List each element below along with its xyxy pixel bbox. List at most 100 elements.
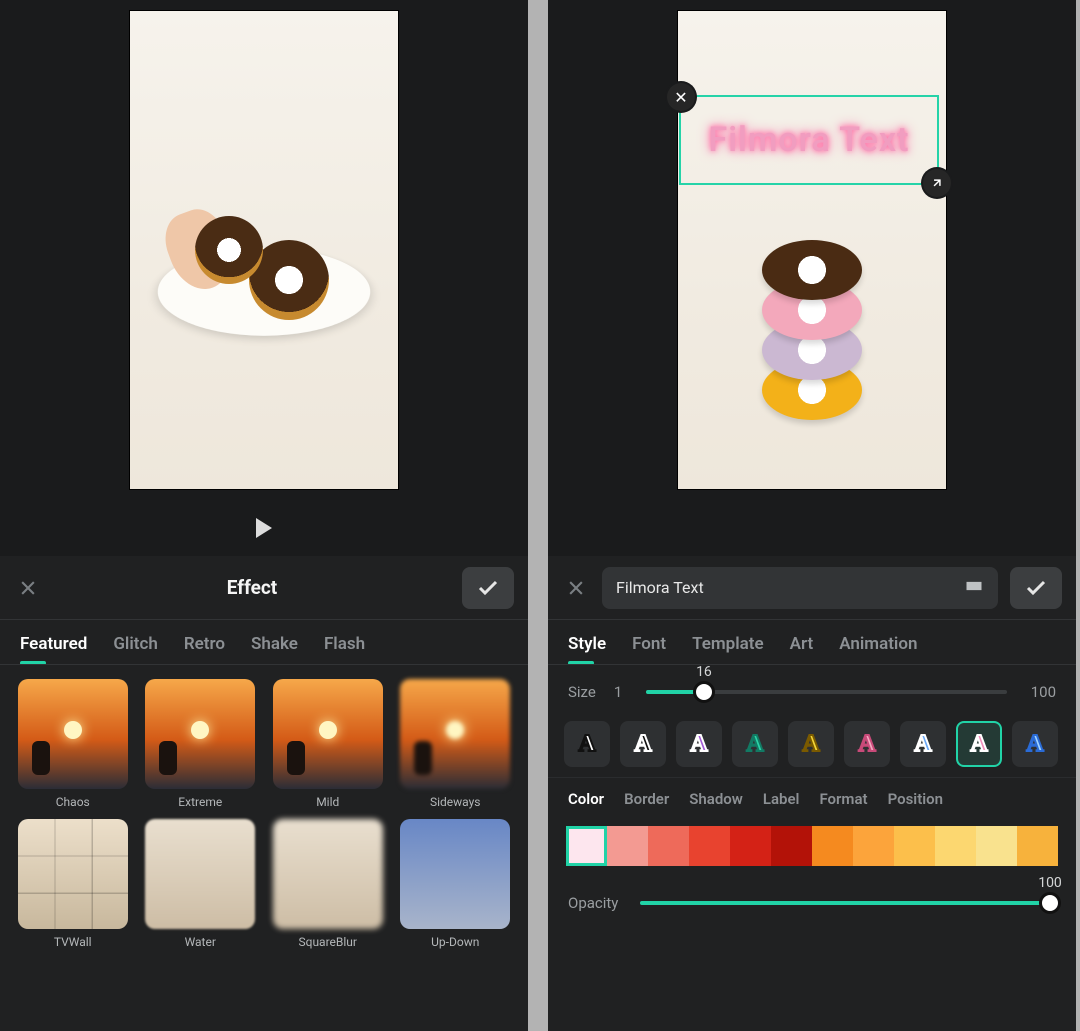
effect-item[interactable]: Extreme bbox=[142, 679, 260, 809]
size-slider-row: Size 1 16 100 bbox=[548, 665, 1076, 711]
subtab-label[interactable]: Label bbox=[763, 790, 800, 808]
close-button[interactable] bbox=[14, 574, 42, 602]
effect-item[interactable]: Mild bbox=[269, 679, 387, 809]
effect-item[interactable]: SquareBlur bbox=[269, 819, 387, 949]
subtab-shadow[interactable]: Shadow bbox=[689, 790, 743, 808]
color-swatch[interactable] bbox=[894, 826, 935, 866]
color-swatch[interactable] bbox=[812, 826, 853, 866]
panel-header: Filmora Text bbox=[548, 556, 1076, 620]
text-style-swatch[interactable]: A bbox=[900, 721, 946, 767]
tab-font[interactable]: Font bbox=[632, 634, 666, 654]
donut-illustration bbox=[195, 216, 263, 284]
color-swatch[interactable] bbox=[853, 826, 894, 866]
subtab-color[interactable]: Color bbox=[568, 790, 604, 808]
effect-item[interactable]: Chaos bbox=[14, 679, 132, 809]
subtab-border[interactable]: Border bbox=[624, 790, 669, 808]
playback-bar bbox=[0, 500, 528, 556]
opacity-value-tip: 100 bbox=[1038, 875, 1062, 891]
color-swatch[interactable] bbox=[648, 826, 689, 866]
effect-label: Sideways bbox=[430, 795, 481, 809]
panel-title: Effect bbox=[54, 576, 450, 599]
video-preview bbox=[0, 0, 528, 500]
tab-art[interactable]: Art bbox=[790, 634, 814, 654]
panel-header: Effect bbox=[0, 556, 528, 620]
effect-label: Chaos bbox=[56, 795, 90, 809]
effect-thumbnail bbox=[400, 819, 510, 929]
effect-item[interactable]: Sideways bbox=[397, 679, 515, 809]
close-button[interactable] bbox=[562, 574, 590, 602]
keyboard-icon[interactable] bbox=[964, 576, 984, 600]
subtab-position[interactable]: Position bbox=[888, 790, 943, 808]
color-swatch[interactable] bbox=[689, 826, 730, 866]
color-palette bbox=[566, 826, 1058, 866]
color-swatch[interactable] bbox=[607, 826, 648, 866]
effect-thumbnail bbox=[145, 679, 255, 789]
video-preview: ✕ Filmora Text bbox=[548, 0, 1076, 500]
text-style-swatch[interactable]: A bbox=[564, 721, 610, 767]
color-swatch[interactable] bbox=[935, 826, 976, 866]
size-slider[interactable]: 16 bbox=[646, 690, 1006, 694]
text-style-swatches: A A A A A A A A A bbox=[548, 711, 1076, 777]
effect-thumbnail bbox=[273, 819, 383, 929]
tab-shake[interactable]: Shake bbox=[251, 634, 298, 654]
subtab-format[interactable]: Format bbox=[819, 790, 867, 808]
text-style-swatch[interactable]: A bbox=[732, 721, 778, 767]
effect-item[interactable]: Up-Down bbox=[397, 819, 515, 949]
text-overlay[interactable]: ✕ Filmora Text bbox=[679, 95, 939, 185]
tab-glitch[interactable]: Glitch bbox=[113, 634, 157, 654]
effect-category-tabs: Featured Glitch Retro Shake Flash bbox=[0, 620, 528, 665]
effect-label: TVWall bbox=[54, 935, 92, 949]
close-icon bbox=[566, 578, 586, 598]
color-swatch[interactable] bbox=[730, 826, 771, 866]
color-swatch[interactable] bbox=[566, 826, 607, 866]
effect-label: Extreme bbox=[178, 795, 222, 809]
tab-flash[interactable]: Flash bbox=[324, 634, 365, 654]
effects-screen: Effect Featured Glitch Retro Shake Flash… bbox=[0, 0, 528, 1031]
video-frame[interactable]: ✕ Filmora Text bbox=[677, 10, 947, 490]
text-style-swatch[interactable]: A bbox=[676, 721, 722, 767]
effect-thumbnail bbox=[273, 679, 383, 789]
overlay-close-handle[interactable]: ✕ bbox=[667, 83, 695, 111]
size-label: Size bbox=[568, 683, 596, 701]
video-frame[interactable] bbox=[129, 10, 399, 490]
tab-featured[interactable]: Featured bbox=[20, 634, 87, 654]
tab-style[interactable]: Style bbox=[568, 634, 606, 654]
effect-label: Up-Down bbox=[431, 935, 479, 949]
effect-thumbnail bbox=[18, 679, 128, 789]
text-style-swatch[interactable]: A bbox=[788, 721, 834, 767]
opacity-slider-row: Opacity 100 bbox=[548, 866, 1076, 922]
text-style-swatch[interactable]: A bbox=[844, 721, 890, 767]
color-swatch[interactable] bbox=[976, 826, 1017, 866]
color-swatch[interactable] bbox=[1017, 826, 1058, 866]
effect-thumbnail bbox=[145, 819, 255, 929]
text-input[interactable]: Filmora Text bbox=[602, 567, 998, 609]
size-slider-knob[interactable] bbox=[693, 681, 715, 703]
text-input-value: Filmora Text bbox=[616, 578, 704, 597]
text-style-swatch[interactable]: A bbox=[956, 721, 1002, 767]
effect-item[interactable]: Water bbox=[142, 819, 260, 949]
confirm-button[interactable] bbox=[1010, 567, 1062, 609]
opacity-slider-knob[interactable] bbox=[1039, 892, 1061, 914]
size-max: 100 bbox=[1031, 683, 1056, 701]
effect-thumbnail bbox=[18, 819, 128, 929]
effect-grid: Chaos Extreme Mild Sideways TVWall Water… bbox=[0, 665, 528, 963]
effect-label: Water bbox=[185, 935, 216, 949]
effect-thumbnail bbox=[400, 679, 510, 789]
overlay-resize-handle[interactable] bbox=[923, 169, 951, 197]
text-style-swatch[interactable]: A bbox=[620, 721, 666, 767]
size-min: 1 bbox=[614, 683, 622, 701]
check-icon bbox=[476, 576, 500, 600]
color-swatch[interactable] bbox=[771, 826, 812, 866]
tab-retro[interactable]: Retro bbox=[184, 634, 225, 654]
tab-template[interactable]: Template bbox=[692, 634, 764, 654]
play-icon[interactable] bbox=[256, 518, 272, 538]
size-value-tip: 16 bbox=[696, 664, 712, 680]
playback-spacer bbox=[548, 500, 1076, 556]
tab-animation[interactable]: Animation bbox=[839, 634, 917, 654]
effect-label: SquareBlur bbox=[299, 935, 357, 949]
opacity-label: Opacity bbox=[568, 894, 618, 912]
effect-item[interactable]: TVWall bbox=[14, 819, 132, 949]
confirm-button[interactable] bbox=[462, 567, 514, 609]
opacity-slider[interactable]: 100 bbox=[640, 901, 1050, 905]
text-style-swatch[interactable]: A bbox=[1012, 721, 1058, 767]
